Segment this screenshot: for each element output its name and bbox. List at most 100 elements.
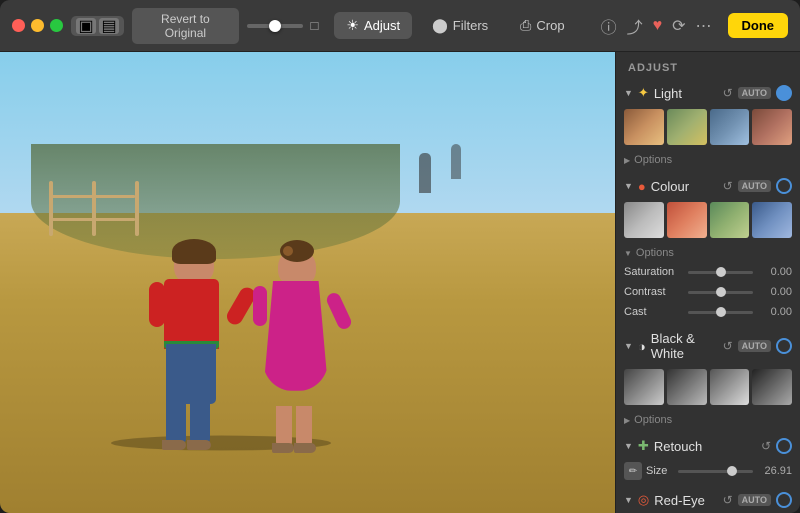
overflow-icon[interactable]: ⋯ — [696, 16, 712, 36]
colour-thumb-1[interactable] — [624, 202, 664, 238]
redeye-toggle[interactable] — [776, 492, 792, 508]
boy-right-shoe — [187, 440, 211, 450]
compare-view-icon[interactable]: ▤ — [99, 18, 119, 34]
colour-options-label: Options — [636, 247, 674, 259]
light-reset-icon[interactable]: ↺ — [723, 86, 733, 100]
bw-thumb-2[interactable] — [667, 369, 707, 405]
bw-thumb-4[interactable] — [752, 369, 792, 405]
photo-scene — [0, 52, 615, 513]
girl-left-arm — [253, 286, 267, 326]
colour-chevron-icon: ▼ — [624, 181, 633, 191]
tab-crop[interactable]: ⎙ Crop — [508, 12, 576, 39]
close-button[interactable] — [12, 19, 25, 32]
light-thumb-1[interactable] — [624, 109, 664, 145]
fence-post-1 — [49, 181, 53, 236]
tab-filters[interactable]: ⬤ Filters — [420, 12, 500, 39]
filters-tab-icon: ⬤ — [432, 17, 448, 34]
redeye-section-left: ▼ ◎ Red-Eye — [624, 492, 705, 508]
redeye-icon: ◎ — [638, 492, 649, 508]
adjust-tab-icon: ☀ — [346, 17, 359, 34]
minimize-button[interactable] — [31, 19, 44, 32]
light-thumb-4[interactable] — [752, 109, 792, 145]
bw-reset-icon[interactable]: ↺ — [723, 339, 733, 353]
heart-icon[interactable]: ♥ — [653, 17, 663, 35]
fullscreen-button[interactable] — [50, 19, 63, 32]
colour-toggle[interactable] — [776, 178, 792, 194]
tab-adjust[interactable]: ☀ Adjust — [334, 12, 412, 39]
view-toggle[interactable]: ▣ ▤ — [71, 16, 124, 36]
boy-left-shoe — [162, 440, 186, 450]
light-options-row[interactable]: ▶ Options — [616, 151, 800, 169]
bg-figure-1 — [419, 153, 431, 193]
cast-value: 0.00 — [757, 306, 792, 318]
colour-thumb-4[interactable] — [752, 202, 792, 238]
light-label: Light — [654, 86, 682, 101]
colour-options-row[interactable]: ▼ Options — [616, 244, 800, 262]
redeye-reset-icon[interactable]: ↺ — [723, 493, 733, 507]
zoom-slider[interactable] — [247, 24, 303, 28]
fence-post-3 — [135, 181, 139, 236]
share-icon[interactable]: ⤴ — [627, 14, 643, 38]
light-thumb-2[interactable] — [667, 109, 707, 145]
bw-options-label: Options — [634, 414, 672, 426]
saturation-handle[interactable] — [716, 267, 726, 277]
retouch-size-slider[interactable] — [678, 470, 753, 473]
bw-section-left: ▼ ◑ Black & White — [624, 331, 723, 361]
contrast-slider[interactable] — [688, 291, 753, 294]
colour-thumb-3[interactable] — [710, 202, 750, 238]
colour-auto-badge[interactable]: AUTO — [738, 180, 771, 192]
bw-thumb-1[interactable] — [624, 369, 664, 405]
app-window: ▣ ▤ Revert to Original □ ☀ Adjust ⬤ Filt… — [0, 0, 800, 513]
retouch-label: Retouch — [654, 439, 702, 454]
light-section-right: ↺ AUTO — [723, 85, 792, 101]
colour-thumbs — [616, 199, 800, 244]
retouch-reset-icon[interactable]: ↺ — [761, 439, 771, 453]
boy-left-arm — [149, 282, 165, 327]
fence-rail-2 — [49, 218, 135, 221]
bw-chevron-icon: ▼ — [624, 341, 633, 351]
cast-slider[interactable] — [688, 311, 753, 314]
retouch-section-left: ▼ ✚ Retouch — [624, 438, 702, 454]
redeye-auto-badge[interactable]: AUTO — [738, 494, 771, 506]
info-icon[interactable]: ⓘ — [601, 14, 617, 38]
rotate-icon[interactable]: ⟳ — [672, 16, 685, 36]
contrast-row: Contrast 0.00 — [616, 282, 800, 302]
light-auto-badge[interactable]: AUTO — [738, 87, 771, 99]
colour-icon: ● — [638, 179, 646, 194]
bw-label: Black & White — [651, 331, 723, 361]
cast-row: Cast 0.00 — [616, 302, 800, 322]
bw-toggle[interactable] — [776, 338, 792, 354]
redeye-section-right: ↺ AUTO — [723, 492, 792, 508]
bw-section-header[interactable]: ▼ ◑ Black & White ↺ AUTO — [616, 326, 800, 366]
colour-thumb-2[interactable] — [667, 202, 707, 238]
retouch-toggle[interactable] — [776, 438, 792, 454]
bw-auto-badge[interactable]: AUTO — [738, 340, 771, 352]
retouch-pencil-icon: ✏ — [624, 462, 642, 480]
background-trees — [31, 144, 400, 259]
colour-reset-icon[interactable]: ↺ — [723, 179, 733, 193]
colour-section-header[interactable]: ▼ ● Colour ↺ AUTO — [616, 173, 800, 199]
contrast-label: Contrast — [624, 286, 684, 298]
toolbar: ▣ ▤ Revert to Original □ ☀ Adjust ⬤ Filt… — [0, 0, 800, 52]
bw-options-row[interactable]: ▶ Options — [616, 411, 800, 429]
light-thumb-3[interactable] — [710, 109, 750, 145]
redeye-section-header[interactable]: ▼ ◎ Red-Eye ↺ AUTO — [616, 487, 800, 513]
bw-thumbs — [616, 366, 800, 411]
single-view-icon[interactable]: ▣ — [76, 18, 96, 34]
girl-right-leg — [296, 406, 312, 446]
bw-icon: ◑ — [638, 339, 646, 354]
cast-handle[interactable] — [716, 307, 726, 317]
retouch-section-header[interactable]: ▼ ✚ Retouch ↺ — [616, 433, 800, 459]
saturation-slider[interactable] — [688, 271, 753, 274]
light-thumbs — [616, 106, 800, 151]
contrast-handle[interactable] — [716, 287, 726, 297]
bw-thumb-3[interactable] — [710, 369, 750, 405]
retouch-size-row: ✏ Size 26.91 — [616, 459, 800, 483]
revert-button[interactable]: Revert to Original — [132, 8, 239, 44]
light-sun-icon: ✦ — [638, 85, 649, 101]
filters-tab-label: Filters — [453, 18, 488, 33]
done-button[interactable]: Done — [728, 13, 789, 38]
light-section-header[interactable]: ▼ ✦ Light ↺ AUTO — [616, 80, 800, 106]
retouch-size-handle[interactable] — [727, 466, 737, 476]
light-toggle[interactable] — [776, 85, 792, 101]
